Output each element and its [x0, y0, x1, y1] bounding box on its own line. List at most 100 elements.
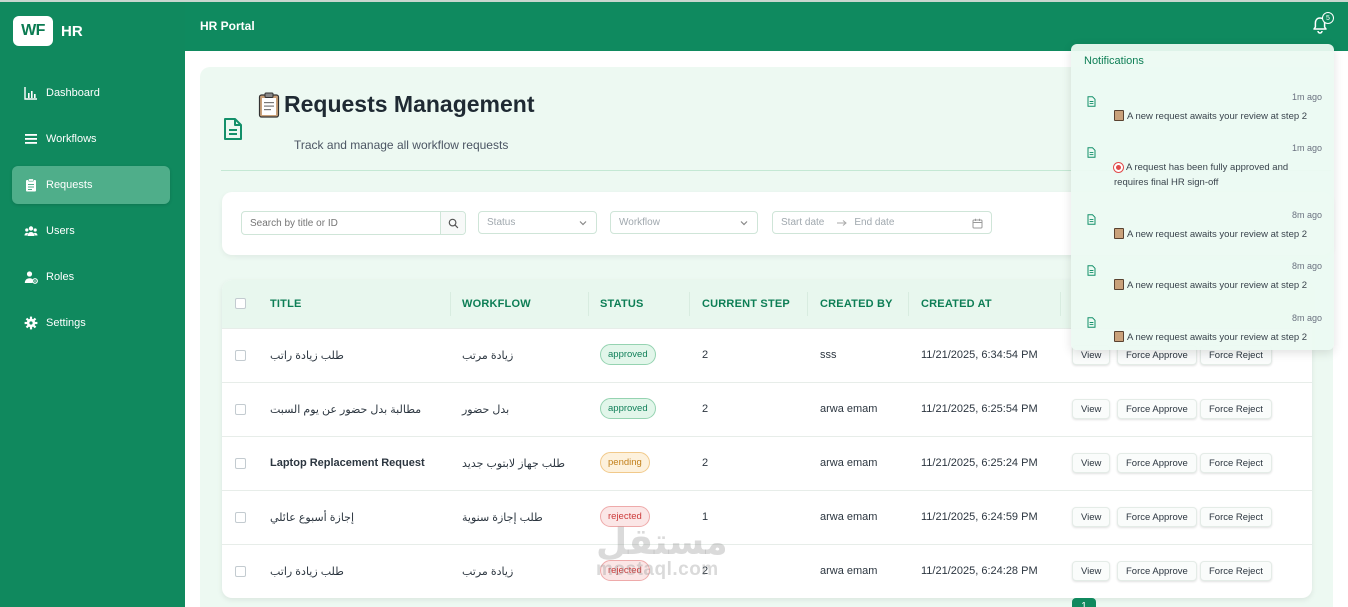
page-title: Requests Management [258, 91, 535, 118]
row-workflow: طلب إجازة سنوية [462, 512, 543, 524]
notification-time: 1m ago [1291, 92, 1322, 102]
date-range-picker[interactable]: Start date End date [772, 211, 992, 234]
column-divider [689, 292, 690, 316]
row-workflow: زيادة مرتب [462, 350, 514, 362]
sidebar-item-dashboard[interactable]: Dashboard [12, 74, 170, 112]
column-header-title[interactable]: TITLE [270, 298, 302, 310]
force-approve-button[interactable]: Force Approve [1117, 453, 1197, 473]
document-icon [1087, 214, 1096, 225]
force-reject-button[interactable]: Force Reject [1200, 453, 1272, 473]
clipboard-emoji-icon [258, 92, 280, 118]
status-select-placeholder: Status [487, 217, 516, 228]
row-current-step: 2 [702, 457, 709, 469]
row-title[interactable]: مطالبة بدل حضور عن يوم السبت [270, 403, 421, 416]
row-checkbox[interactable] [235, 404, 246, 415]
notification-message: A new request awaits your review at step… [1114, 109, 1322, 124]
notification-count-badge: 5 [1322, 12, 1334, 24]
row-created-by: arwa emam [820, 403, 878, 415]
target-emoji-icon [1114, 163, 1123, 172]
view-button[interactable]: View [1072, 453, 1111, 473]
row-title[interactable]: Laptop Replacement Request [270, 457, 425, 469]
document-icon [1087, 96, 1096, 107]
notifications-panel: Notifications 1m ago A new request await… [1071, 44, 1334, 350]
row-current-step: 2 [702, 349, 709, 361]
view-button[interactable]: View [1072, 561, 1111, 581]
view-button[interactable]: View [1072, 507, 1111, 527]
sidebar-item-users[interactable]: Users [12, 212, 170, 250]
calendar-icon [972, 218, 983, 229]
notification-time: 8m ago [1291, 210, 1322, 220]
page-title-text: Requests Management [284, 91, 535, 117]
force-reject-button[interactable]: Force Reject [1200, 561, 1272, 581]
column-header-current-step[interactable]: CURRENT STEP [702, 298, 790, 310]
document-icon [1087, 317, 1096, 328]
row-checkbox[interactable] [235, 512, 246, 523]
column-header-created-by[interactable]: CREATED BY [820, 298, 893, 310]
force-approve-button[interactable]: Force Approve [1117, 507, 1197, 527]
sidebar-item-label: Requests [46, 179, 93, 191]
force-reject-button[interactable]: Force Reject [1200, 507, 1272, 527]
status-select[interactable]: Status [478, 211, 597, 234]
row-created-by: sss [820, 349, 837, 361]
sidebar-item-roles[interactable]: Roles [12, 258, 170, 296]
row-created-at: 11/21/2025, 6:34:54 PM [921, 349, 1038, 361]
clipboard-emoji-icon [1114, 110, 1124, 121]
column-header-workflow[interactable]: WORKFLOW [462, 298, 531, 310]
row-checkbox[interactable] [235, 458, 246, 469]
sidebar-nav: Dashboard Workflows Requests Users Roles [12, 74, 170, 350]
sidebar-item-label: Workflows [46, 133, 97, 145]
clipboard-emoji-icon [1114, 331, 1124, 342]
users-icon [24, 224, 38, 238]
row-current-step: 2 [702, 403, 709, 415]
row-created-by: arwa emam [820, 511, 878, 523]
sidebar-item-label: Roles [46, 271, 75, 283]
row-checkbox[interactable] [235, 566, 246, 577]
sidebar: WF HR Dashboard Workflows Requests Users… [0, 0, 185, 607]
workflow-select-placeholder: Workflow [619, 217, 660, 228]
view-button[interactable]: View [1072, 399, 1111, 419]
sidebar-item-requests[interactable]: Requests [12, 166, 170, 204]
force-approve-button[interactable]: Force Approve [1117, 399, 1197, 419]
column-divider [807, 292, 808, 316]
search-button[interactable] [440, 212, 465, 234]
row-checkbox[interactable] [235, 350, 246, 361]
status-badge: pending [600, 452, 650, 473]
sidebar-item-label: Users [46, 225, 75, 237]
pagination-page-1[interactable]: 1 [1072, 598, 1096, 607]
workflow-select[interactable]: Workflow [610, 211, 758, 234]
notification-time: 1m ago [1291, 143, 1322, 153]
notification-item[interactable]: 1m ago A request has been fully approved… [1071, 143, 1334, 203]
brand-name: HR [61, 22, 83, 40]
column-header-status[interactable]: STATUS [600, 298, 644, 310]
logo: WF [13, 16, 53, 46]
sidebar-item-label: Settings [46, 317, 86, 329]
notification-item[interactable]: 8m ago A new request awaits your review … [1071, 261, 1334, 301]
sidebar-item-workflows[interactable]: Workflows [12, 120, 170, 158]
force-reject-button[interactable]: Force Reject [1200, 399, 1272, 419]
row-workflow: بدل حضور [462, 404, 510, 416]
notification-item[interactable]: 1m ago A new request awaits your review … [1071, 92, 1334, 132]
notification-message: A request has been fully approved and re… [1114, 162, 1289, 188]
document-icon [1087, 265, 1096, 276]
column-divider [588, 292, 589, 316]
start-date-input[interactable]: Start date [781, 217, 824, 228]
table-row: Laptop Replacement Request طلب جهاز لابت… [222, 436, 1312, 490]
row-title[interactable]: إجازة أسبوع عائلي [270, 511, 354, 524]
notification-item[interactable]: 8m ago A new request awaits your review … [1071, 313, 1334, 350]
row-title[interactable]: طلب زيادة راتب [270, 349, 344, 362]
table-row: طلب زيادة راتب زيادة مرتب rejected 2 arw… [222, 544, 1312, 598]
document-icon [1087, 147, 1096, 158]
notification-item[interactable]: 8m ago A new request awaits your review … [1071, 210, 1334, 250]
force-approve-button[interactable]: Force Approve [1117, 561, 1197, 581]
row-title[interactable]: طلب زيادة راتب [270, 565, 344, 578]
row-created-by: arwa emam [820, 565, 878, 577]
document-icon [223, 117, 243, 141]
gear-icon [24, 316, 38, 330]
select-all-checkbox[interactable] [235, 298, 246, 309]
sidebar-item-settings[interactable]: Settings [12, 304, 170, 342]
column-header-created-at[interactable]: CREATED AT [921, 298, 992, 310]
brand[interactable]: WF HR [13, 16, 83, 46]
search-input[interactable] [242, 212, 440, 234]
end-date-input[interactable]: End date [854, 217, 894, 228]
chevron-down-icon [579, 221, 587, 226]
